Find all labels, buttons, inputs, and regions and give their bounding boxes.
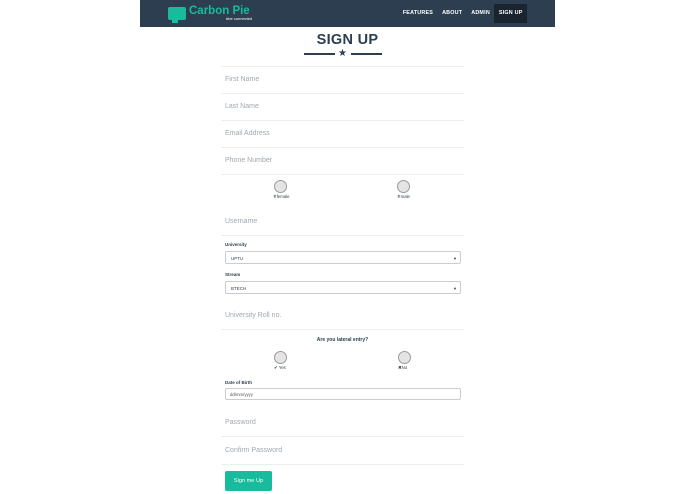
lateral-yes-label: ✔ Yes: [274, 365, 286, 370]
check-icon: ✔: [274, 365, 278, 370]
last-name-input[interactable]: Last Name: [221, 93, 464, 120]
first-name-placeholder: First Name: [225, 76, 260, 83]
caret-down-icon: ▼: [453, 285, 457, 291]
stream-selected: BTECH: [231, 285, 247, 291]
title-divider-right: [351, 53, 382, 55]
title-divider-left: [304, 53, 335, 55]
lateral-no-label: ✖No: [398, 365, 408, 370]
username-placeholder: Username: [225, 218, 258, 225]
stream-label: Stream: [225, 272, 241, 277]
brand-tagline: #be connected: [226, 16, 253, 21]
password-input[interactable]: Password: [221, 410, 464, 437]
phone-placeholder: Phone Number: [225, 157, 273, 164]
email-placeholder: Email Address: [225, 130, 270, 137]
sign-up-button[interactable]: Sign me Up: [225, 471, 272, 491]
lateral-no-radio[interactable]: [398, 351, 411, 364]
confirm-password-input[interactable]: Confirm Password: [221, 438, 464, 465]
university-select[interactable]: UPTU ▼: [225, 251, 461, 264]
username-input[interactable]: Username: [221, 209, 464, 236]
university-label: University: [225, 242, 247, 247]
confirm-password-placeholder: Confirm Password: [225, 447, 283, 454]
gender-female-label: ✟female: [273, 194, 290, 199]
phone-input[interactable]: Phone Number: [221, 147, 464, 174]
email-input[interactable]: Email Address: [221, 120, 464, 147]
first-name-input[interactable]: First Name: [221, 66, 464, 93]
gender-female-radio[interactable]: [274, 180, 287, 193]
chat-bubble-icon: [168, 7, 186, 23]
roll-number-placeholder: University Roll no.: [225, 312, 282, 319]
nav-link-about[interactable]: ABOUT: [438, 4, 467, 23]
navbar: Carbon Pie #be connected FEATURES ABOUT …: [140, 0, 555, 27]
nav-link-signup[interactable]: SIGN UP: [494, 4, 527, 23]
page-title: SIGN UP: [316, 32, 379, 48]
gender-male-label: ✟male: [397, 194, 410, 199]
dob-input[interactable]: dd/mm/yyyy: [225, 388, 461, 400]
lateral-entry-question: Are you lateral entry?: [316, 337, 369, 343]
nav-link-admin[interactable]: ADMIN: [467, 4, 495, 23]
roll-number-input[interactable]: University Roll no.: [221, 303, 464, 330]
dob-placeholder: dd/mm/yyyy: [230, 392, 253, 397]
stream-select[interactable]: BTECH ▼: [225, 281, 461, 294]
last-name-placeholder: Last Name: [225, 103, 259, 110]
star-icon: ★: [338, 48, 347, 59]
password-placeholder: Password: [225, 419, 256, 426]
lateral-yes-radio[interactable]: [274, 351, 287, 364]
gender-male-radio[interactable]: [397, 180, 410, 193]
gender-top-border: [221, 174, 464, 175]
nav-links: FEATURES ABOUT ADMIN SIGN UP: [398, 3, 527, 24]
university-selected: UPTU: [231, 255, 244, 261]
nav-link-features[interactable]: FEATURES: [398, 4, 437, 23]
caret-down-icon: ▼: [453, 255, 457, 261]
dob-label: Date of Birth: [225, 380, 252, 385]
